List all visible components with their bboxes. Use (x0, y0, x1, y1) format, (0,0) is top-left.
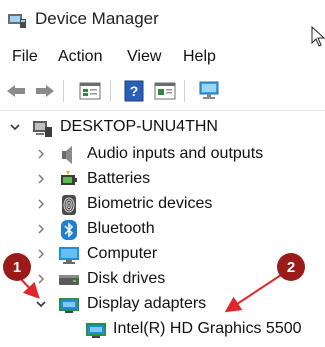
menu-help[interactable]: Help (183, 48, 216, 66)
tree-item-partial (0, 342, 325, 347)
display-adapter-icon (58, 294, 80, 316)
tree-item-biometric[interactable]: Biometric devices (0, 192, 325, 217)
tree-root-label: DESKTOP-UNU4THN (60, 118, 218, 135)
tree-item-label: Batteries (87, 170, 151, 187)
tree-item-label: Bluetooth (87, 220, 155, 237)
tree-item-label: Biometric devices (87, 195, 213, 212)
bluetooth-icon (58, 219, 80, 241)
device-manager-app-icon (7, 9, 27, 34)
toolbar-separator (184, 80, 185, 102)
chevron-down-icon[interactable] (7, 119, 23, 135)
disk-icon (58, 269, 80, 291)
chevron-right-icon[interactable] (33, 196, 49, 212)
toolbar-separator (110, 80, 111, 102)
forward-arrow-icon[interactable] (32, 78, 58, 104)
tree-item-bluetooth[interactable]: Bluetooth (0, 217, 325, 242)
speaker-icon (58, 144, 80, 166)
back-arrow-icon[interactable] (3, 78, 29, 104)
partial-icon (58, 342, 80, 347)
tree-item-label: Computer (87, 245, 158, 262)
tree-item-intel-hd-graphics[interactable]: Intel(R) HD Graphics 5500 (0, 317, 325, 342)
tree-item-label: Display adapters (87, 295, 207, 312)
tree-item-label: Audio inputs and outputs (87, 145, 264, 162)
battery-icon (58, 169, 80, 191)
svg-text:?: ? (130, 83, 139, 99)
chevron-down-icon[interactable] (33, 296, 49, 312)
title-bar: Device Manager (0, 0, 325, 38)
scan-hardware-icon[interactable] (196, 78, 222, 104)
tree-item-audio[interactable]: Audio inputs and outputs (0, 142, 325, 167)
menu-bar: File Action View Help (0, 44, 325, 72)
fingerprint-icon (58, 194, 80, 216)
chevron-right-icon[interactable] (33, 146, 49, 162)
toolbar-separator (63, 80, 64, 102)
toolbar: ? (0, 74, 325, 111)
tree-item-batteries[interactable]: Batteries (0, 167, 325, 192)
computer-icon (31, 117, 53, 139)
annotation-badge-1: 1 (3, 253, 31, 281)
chevron-right-icon[interactable] (33, 271, 49, 287)
device-tree: DESKTOP-UNU4THN Audio inputs and outputs (0, 115, 325, 347)
chevron-right-icon[interactable] (33, 221, 49, 237)
menu-action[interactable]: Action (58, 48, 102, 66)
tree-item-label: Disk drives (87, 270, 166, 287)
update-driver-icon[interactable] (152, 78, 178, 104)
chevron-right-icon[interactable] (33, 171, 49, 187)
menu-view[interactable]: View (127, 48, 161, 66)
tree-item-disk-drives[interactable]: Disk drives (0, 267, 325, 292)
menu-file[interactable]: File (12, 48, 38, 66)
display-adapter-icon (85, 319, 107, 341)
chevron-right-icon[interactable] (33, 246, 49, 262)
tree-item-display-adapters[interactable]: Display adapters (0, 292, 325, 317)
annotation-badge-2: 2 (277, 253, 305, 281)
help-icon[interactable]: ? (121, 78, 147, 104)
tree-item-label: Intel(R) HD Graphics 5500 (113, 320, 302, 337)
window-title: Device Manager (35, 9, 159, 28)
device-manager-window: Device Manager File Action View Help ? D… (0, 0, 325, 347)
tree-root[interactable]: DESKTOP-UNU4THN (0, 115, 325, 140)
monitor-icon (58, 244, 80, 266)
tree-item-computer[interactable]: Computer (0, 242, 325, 267)
properties-icon[interactable] (77, 78, 103, 104)
